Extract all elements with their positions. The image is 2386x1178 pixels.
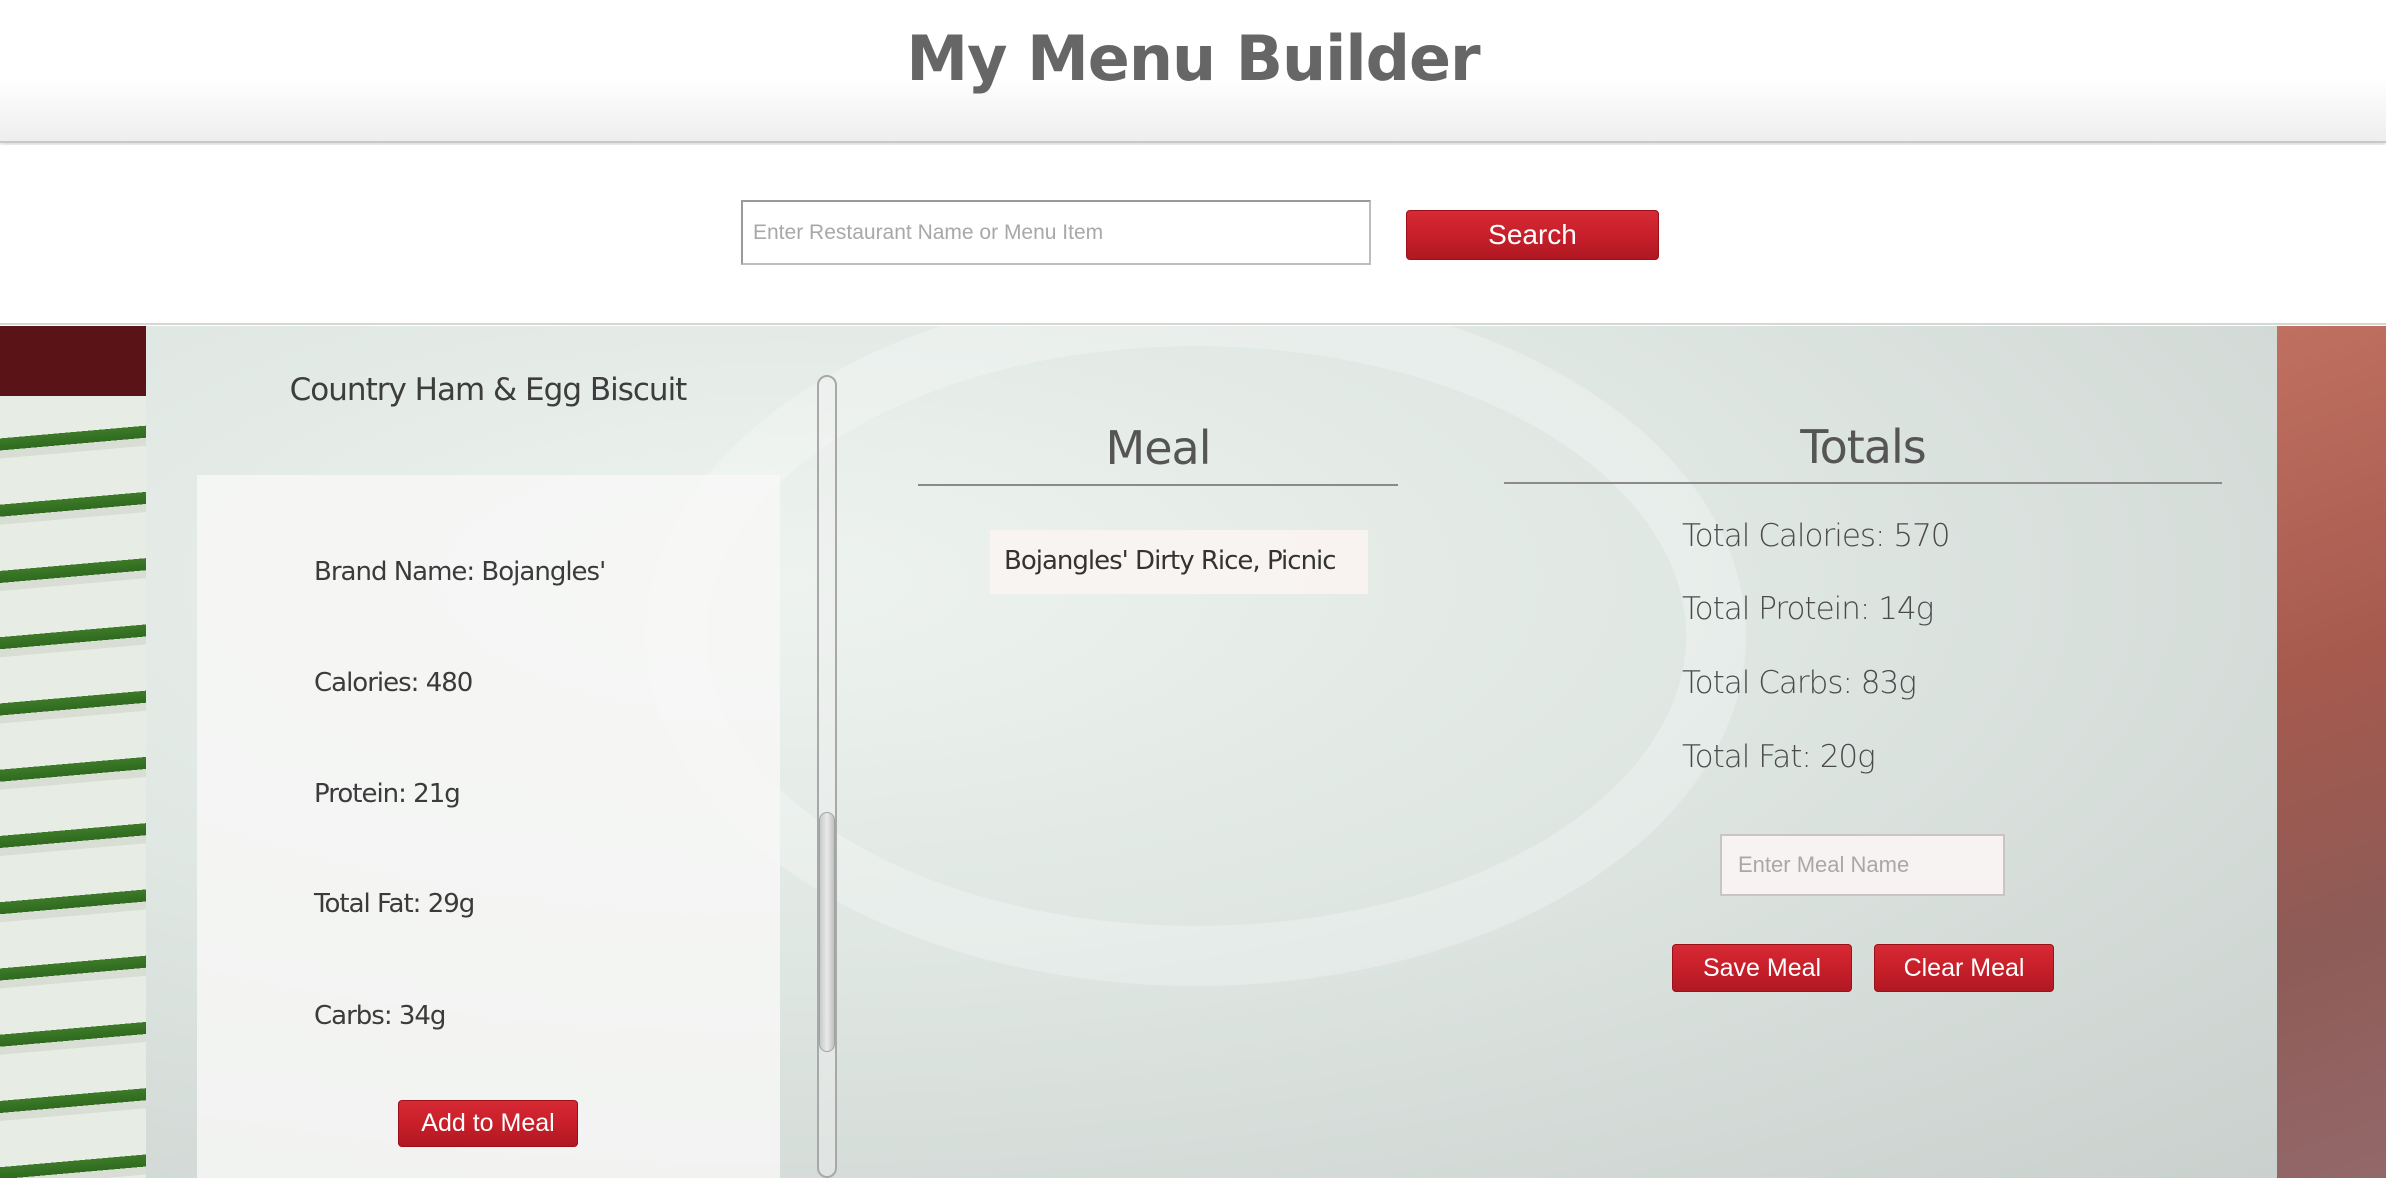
clear-meal-button[interactable]: Clear Meal <box>1874 944 2054 992</box>
app-title: My Menu Builder <box>906 22 1480 95</box>
item-fat: Total Fat: 29g <box>314 889 475 919</box>
meal-divider <box>918 484 1398 486</box>
totals-divider <box>1504 482 2222 484</box>
item-detail-card: Brand Name: Bojangles' Calories: 480 Pro… <box>197 475 780 1178</box>
background-image-left <box>0 326 146 1178</box>
search-button[interactable]: Search <box>1406 210 1659 260</box>
meal-heading: Meal <box>1105 421 1212 475</box>
item-calories: Calories: 480 <box>314 668 473 698</box>
total-protein: Total Protein: 14g <box>1682 591 1934 627</box>
item-protein: Protein: 21g <box>314 779 461 809</box>
total-calories: Total Calories: 570 <box>1682 518 1951 554</box>
save-meal-button[interactable]: Save Meal <box>1672 944 1852 992</box>
background-image-right <box>2277 326 2386 1178</box>
item-name: Country Ham & Egg Biscuit <box>289 372 688 408</box>
total-carbs: Total Carbs: 83g <box>1682 665 1917 701</box>
total-fat: Total Fat: 20g <box>1682 739 1876 775</box>
search-bar: Search <box>0 145 2386 325</box>
scrollbar-thumb[interactable] <box>819 812 835 1052</box>
item-carbs: Carbs: 34g <box>314 1001 446 1031</box>
totals-heading: Totals <box>1800 420 1926 474</box>
search-input[interactable] <box>741 200 1371 265</box>
results-scrollbar[interactable] <box>817 375 837 1178</box>
meal-name-input[interactable] <box>1720 834 2005 896</box>
meal-list-item[interactable]: Bojangles' Dirty Rice, Picnic <box>990 530 1368 594</box>
item-brand: Brand Name: Bojangles' <box>314 557 606 587</box>
app-header: My Menu Builder <box>0 0 2386 143</box>
add-to-meal-button[interactable]: Add to Meal <box>398 1100 578 1147</box>
